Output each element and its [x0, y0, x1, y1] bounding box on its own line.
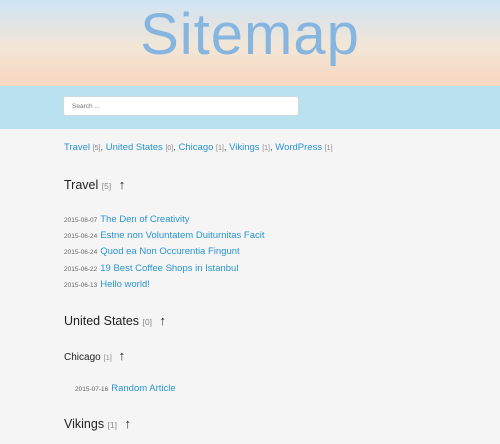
- post-link[interactable]: 19 Best Coffee Shops in Istanbul: [100, 263, 238, 274]
- section-count: [0]: [142, 317, 152, 327]
- post-link[interactable]: Estne non Voluntatem Duiturnitas Facit: [100, 230, 264, 241]
- section-title: Vikings: [64, 417, 105, 431]
- category-link-travel[interactable]: Travel: [64, 142, 90, 153]
- post-date: 2015-06-24: [64, 233, 98, 240]
- back-to-top-icon[interactable]: ↑: [119, 348, 126, 363]
- post-item: 2015-06-13 Hello world!: [64, 279, 150, 292]
- post-date: 2015-06-13: [64, 282, 98, 289]
- section-title: United States: [64, 314, 140, 328]
- back-to-top-icon[interactable]: ↑: [119, 177, 126, 192]
- search-input[interactable]: [63, 96, 299, 116]
- back-to-top-icon[interactable]: ↑: [159, 313, 166, 328]
- category-count: [1]: [262, 145, 270, 152]
- post-link[interactable]: Quod ea Non Occurentia Fingunt: [100, 246, 239, 257]
- post-item: 2015-07-16 Random Article: [75, 383, 176, 396]
- section-title: Chicago: [64, 352, 101, 363]
- post-item: 2015-06-22 19 Best Coffee Shops in Istanb…: [64, 263, 238, 276]
- section-heading-travel: Travel [5] ↑: [64, 177, 125, 192]
- post-link[interactable]: Random Article: [111, 383, 175, 394]
- category-count: [1]: [324, 145, 333, 152]
- category-link-united-states[interactable]: United States: [106, 142, 163, 153]
- back-to-top-icon[interactable]: ↑: [125, 416, 132, 431]
- section-count: [1]: [103, 353, 112, 362]
- section-heading-vikings: Vikings [1] ↑: [64, 416, 131, 431]
- section-heading-united-states: United States [0] ↑: [64, 313, 166, 328]
- post-date: 2015-06-22: [64, 266, 98, 273]
- category-count: [1]: [216, 145, 224, 152]
- section-heading-chicago: Chicago [1] ↑: [64, 348, 125, 363]
- search-bar: [0, 86, 500, 129]
- post-date: 2015-08-07: [64, 217, 98, 224]
- category-link-wordpress[interactable]: WordPress: [275, 142, 322, 153]
- post-item: 2015-06-24 Quod ea Non Occurentia Fingunt: [64, 246, 240, 259]
- category-list: Travel [5], United States [0], Chicago […: [64, 142, 333, 153]
- section-count: [1]: [107, 420, 118, 430]
- post-link[interactable]: The Den of Creativity: [100, 214, 189, 225]
- header-banner: Sitemap: [0, 0, 500, 86]
- category-link-chicago[interactable]: Chicago: [179, 142, 214, 153]
- section-count: [5]: [101, 181, 112, 191]
- category-link-vikings[interactable]: Vikings: [229, 142, 259, 153]
- post-item: 2015-08-07 The Den of Creativity: [64, 214, 189, 227]
- post-date: 2015-06-24: [64, 249, 98, 256]
- page-title: Sitemap: [140, 2, 360, 67]
- post-item: 2015-06-24 Estne non Voluntatem Duiturnit…: [64, 230, 264, 243]
- post-link[interactable]: Hello world!: [100, 279, 150, 290]
- section-title: Travel: [64, 178, 99, 192]
- post-date: 2015-07-16: [75, 386, 109, 393]
